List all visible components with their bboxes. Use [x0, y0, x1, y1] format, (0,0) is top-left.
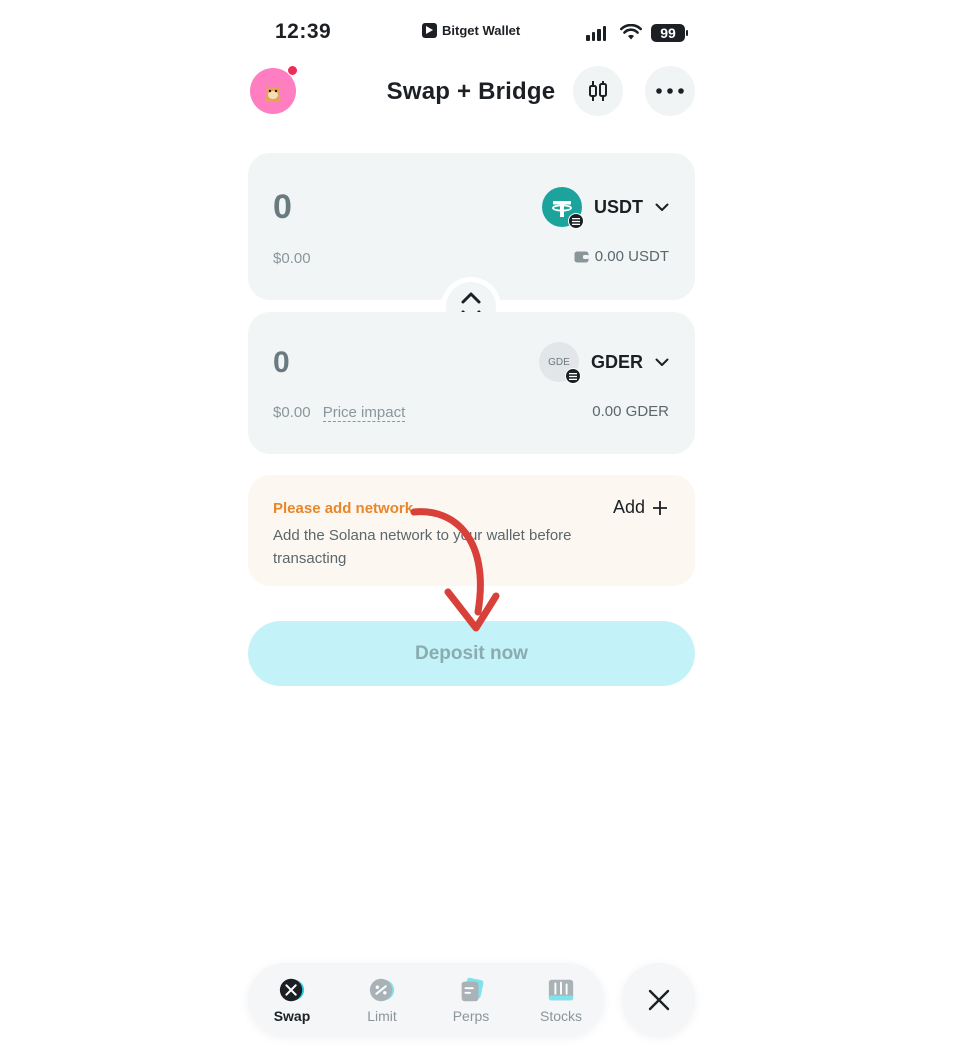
nav-label-perps: Perps: [452, 1008, 490, 1024]
from-amount-input[interactable]: 0: [273, 188, 292, 227]
stocks-icon: [548, 979, 574, 1001]
add-network-button[interactable]: Add: [613, 497, 667, 518]
nav-item-stocks[interactable]: Stocks: [526, 977, 596, 1024]
solana-chain-badge-icon: [564, 368, 581, 384]
from-token-selector[interactable]: USDT: [542, 187, 669, 229]
limit-icon: [369, 978, 395, 1002]
plus-icon: [653, 500, 667, 515]
usdt-token-icon: [542, 187, 584, 229]
notice-title: Please add network: [273, 500, 414, 517]
to-token-selector[interactable]: GDE GDER: [538, 342, 669, 384]
candlestick-chart-icon: [589, 81, 607, 101]
status-app-name: Bitget Wallet: [422, 23, 520, 38]
cellular-signal-icon: [586, 26, 606, 41]
status-time: 12:39: [275, 20, 332, 43]
notification-dot: [287, 65, 298, 76]
price-impact-link[interactable]: Price impact: [322, 404, 406, 422]
swap-to-card: 0 $0.00 Price impact GDE GDER 0.00 GDER: [248, 312, 695, 454]
from-usd-value: $0.00: [273, 250, 311, 267]
chart-button[interactable]: [573, 66, 623, 116]
nav-item-swap[interactable]: Swap: [257, 977, 327, 1024]
add-network-label: Add: [612, 497, 645, 517]
status-app-name-label: Bitget Wallet: [442, 23, 521, 38]
bottom-nav: Swap Limit Perps Stocks: [248, 963, 604, 1036]
to-usd-row: $0.00 Price impact: [273, 404, 406, 422]
chevron-down-icon: [655, 203, 669, 211]
swap-icon: [279, 978, 305, 1002]
more-options-button[interactable]: [645, 66, 695, 116]
solana-chain-badge-icon: [568, 213, 584, 229]
to-balance: 0.00 GDER: [592, 403, 669, 420]
from-token-name: USDT: [594, 196, 643, 217]
wallet-icon: [574, 251, 589, 263]
from-balance: 0.00 USDT: [574, 248, 669, 265]
perps-icon: [461, 977, 484, 1002]
gder-token-icon-text: GDE: [548, 356, 570, 368]
nav-label-limit: Limit: [367, 1008, 397, 1024]
nav-item-limit[interactable]: Limit: [347, 977, 417, 1024]
nav-label-stocks: Stocks: [539, 1008, 582, 1024]
more-dots-icon: [656, 88, 684, 94]
wifi-icon: [620, 24, 642, 40]
nav-item-perps[interactable]: Perps: [436, 977, 506, 1024]
close-button[interactable]: [622, 963, 695, 1036]
nav-label-swap: Swap: [273, 1008, 311, 1024]
close-icon: [648, 989, 669, 1010]
gder-token-icon: GDE: [538, 342, 581, 384]
to-token-name: GDER: [590, 351, 643, 372]
bitget-logo-icon: [422, 23, 437, 38]
annotation-arrow-icon: [410, 508, 500, 632]
chevron-down-icon: [655, 358, 669, 366]
page-title: Swap + Bridge: [386, 78, 556, 105]
to-amount-value: 0: [273, 346, 290, 379]
from-balance-value: 0.00 USDT: [594, 248, 669, 265]
battery-indicator: 99: [651, 24, 688, 42]
to-usd-value: $0.00: [273, 404, 311, 421]
